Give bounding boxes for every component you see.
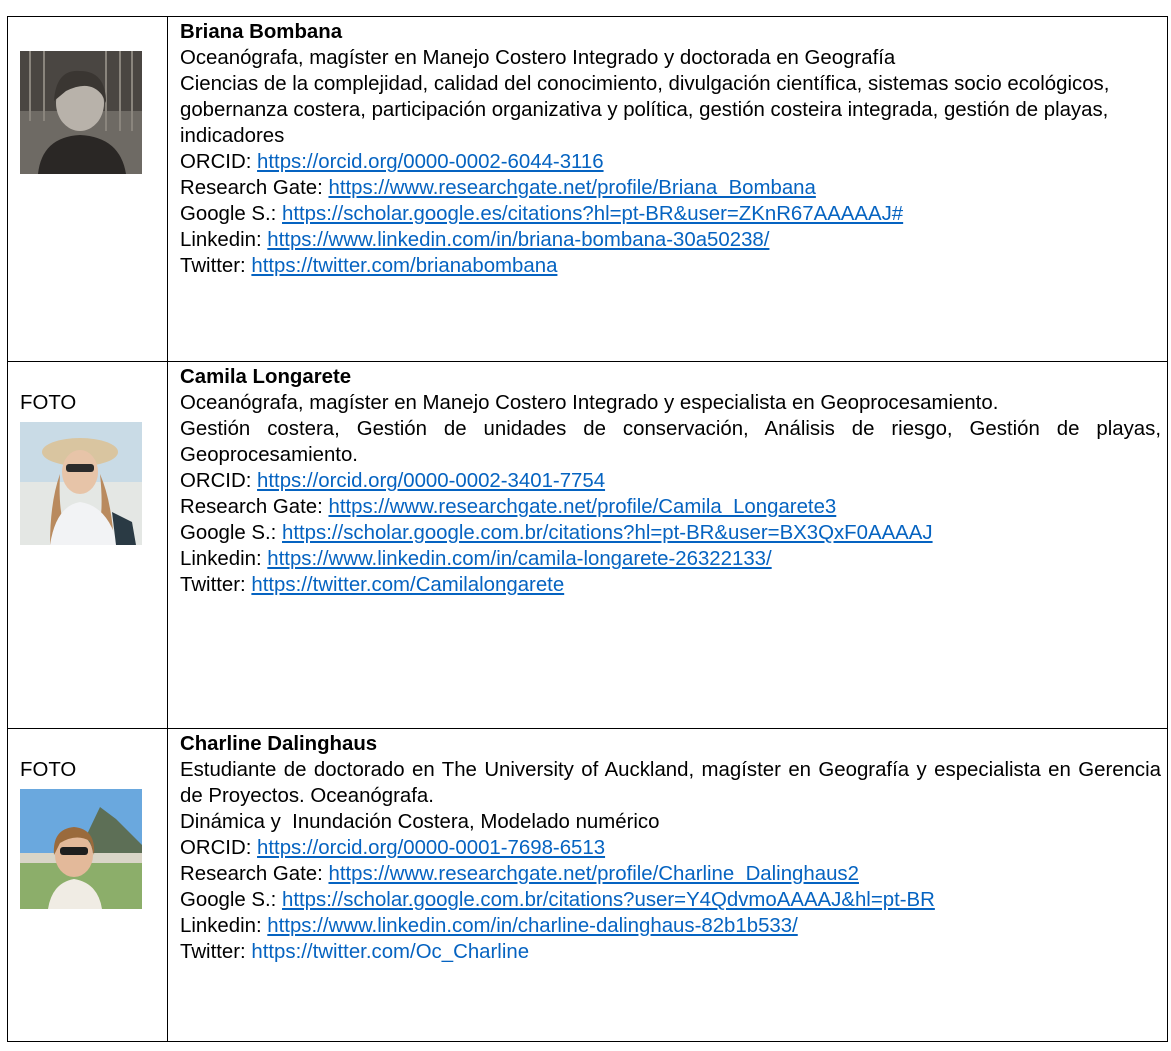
linkedin-label: Linkedin: <box>180 548 268 570</box>
google-scholar-label: Google S.: <box>180 889 283 911</box>
google-scholar-link[interactable]: https://scholar.google.es/citations?hl=p… <box>282 203 903 225</box>
orcid-line: ORCID: https://orcid.org/0000-0002-6044-… <box>180 149 1161 175</box>
twitter-label: Twitter: <box>180 255 252 277</box>
profiles-table: Briana Bombana Oceanógrafa, magíster en … <box>7 16 1168 1042</box>
google-scholar-line: Google S.: https://scholar.google.com.br… <box>180 520 1161 546</box>
linkedin-label: Linkedin: <box>180 229 268 251</box>
photo-label: FOTO <box>20 759 77 781</box>
google-scholar-label: Google S.: <box>180 522 283 544</box>
profile-name: Briana Bombana <box>180 21 343 43</box>
researchgate-line: Research Gate: https://www.researchgate.… <box>180 494 1161 520</box>
profile-name: Charline Dalinghaus <box>180 733 378 755</box>
twitter-link[interactable]: https://twitter.com/Oc_Charline <box>251 941 529 963</box>
photo-label: FOTO <box>20 392 77 414</box>
orcid-link[interactable]: https://orcid.org/0000-0002-3401-7754 <box>257 470 605 492</box>
profile-row-camila: FOTO Camila Longarete Oceanógrafa, magís… <box>7 361 1168 729</box>
orcid-line: ORCID: https://orcid.org/0000-0002-3401-… <box>180 468 1161 494</box>
linkedin-link[interactable]: https://www.linkedin.com/in/charline-dal… <box>267 915 797 937</box>
twitter-label: Twitter: <box>180 574 252 596</box>
info-cell: Charline Dalinghaus Estudiante de doctor… <box>167 728 1168 1042</box>
profile-degree: Estudiante de doctorado en The Universit… <box>180 759 1161 807</box>
researchgate-label: Research Gate: <box>180 863 329 885</box>
researchgate-link[interactable]: https://www.researchgate.net/profile/Cha… <box>328 863 858 885</box>
linkedin-line: Linkedin: https://www.linkedin.com/in/ca… <box>180 546 1161 572</box>
twitter-line: Twitter: https://twitter.com/Oc_Charline <box>180 939 1161 965</box>
info-cell: Briana Bombana Oceanógrafa, magíster en … <box>167 16 1168 362</box>
orcid-label: ORCID: <box>180 470 258 492</box>
profile-topics: Gestión costera, Gestión de unidades de … <box>180 418 1161 466</box>
linkedin-line: Linkedin: https://www.linkedin.com/in/ch… <box>180 913 1161 939</box>
twitter-line: Twitter: https://twitter.com/Camilalonga… <box>180 572 1161 598</box>
researchgate-line: Research Gate: https://www.researchgate.… <box>180 861 1161 887</box>
twitter-label: Twitter: <box>180 941 252 963</box>
profile-name: Camila Longarete <box>180 366 352 388</box>
profile-topics: Dinámica y Inundación Costera, Modelado … <box>180 811 660 833</box>
researchgate-link[interactable]: https://www.researchgate.net/profile/Bri… <box>328 177 815 199</box>
researchgate-line: Research Gate: https://www.researchgate.… <box>180 175 1161 201</box>
google-scholar-link[interactable]: https://scholar.google.com.br/citations?… <box>282 889 935 911</box>
twitter-line: Twitter: https://twitter.com/brianabomba… <box>180 253 1161 279</box>
google-scholar-line: Google S.: https://scholar.google.com.br… <box>180 887 1161 913</box>
researchgate-label: Research Gate: <box>180 177 329 199</box>
linkedin-link[interactable]: https://www.linkedin.com/in/briana-bomba… <box>267 229 769 251</box>
profile-photo-briana <box>20 51 142 174</box>
google-scholar-link[interactable]: https://scholar.google.com.br/citations?… <box>282 522 933 544</box>
orcid-link[interactable]: https://orcid.org/0000-0002-6044-3116 <box>257 151 604 173</box>
twitter-link[interactable]: https://twitter.com/brianabombana <box>251 255 557 277</box>
orcid-line: ORCID: https://orcid.org/0000-0001-7698-… <box>180 835 1161 861</box>
google-scholar-label: Google S.: <box>180 203 283 225</box>
profile-degree: Oceanógrafa, magíster en Manejo Costero … <box>180 392 999 414</box>
photo-cell: FOTO <box>7 728 168 1042</box>
researchgate-link[interactable]: https://www.researchgate.net/profile/Cam… <box>328 496 836 518</box>
linkedin-label: Linkedin: <box>180 915 268 937</box>
photo-cell: FOTO <box>7 361 168 729</box>
twitter-link[interactable]: https://twitter.com/Camilalongarete <box>251 574 564 596</box>
profile-topics: Ciencias de la complejidad, calidad del … <box>180 73 1110 147</box>
info-cell: Camila Longarete Oceanógrafa, magíster e… <box>167 361 1168 729</box>
profile-photo-camila <box>20 422 142 545</box>
profile-degree: Oceanógrafa, magíster en Manejo Costero … <box>180 47 896 69</box>
photo-cell <box>7 16 168 362</box>
google-scholar-line: Google S.: https://scholar.google.es/cit… <box>180 201 1161 227</box>
profile-row-charline: FOTO Charline Dalinghaus Estudiante de d… <box>7 728 1168 1042</box>
orcid-label: ORCID: <box>180 837 258 859</box>
profile-photo-charline <box>20 789 142 909</box>
profile-row-briana: Briana Bombana Oceanógrafa, magíster en … <box>7 16 1168 362</box>
linkedin-link[interactable]: https://www.linkedin.com/in/camila-longa… <box>267 548 771 570</box>
linkedin-line: Linkedin: https://www.linkedin.com/in/br… <box>180 227 1161 253</box>
orcid-label: ORCID: <box>180 151 258 173</box>
orcid-link[interactable]: https://orcid.org/0000-0001-7698-6513 <box>257 837 605 859</box>
researchgate-label: Research Gate: <box>180 496 329 518</box>
